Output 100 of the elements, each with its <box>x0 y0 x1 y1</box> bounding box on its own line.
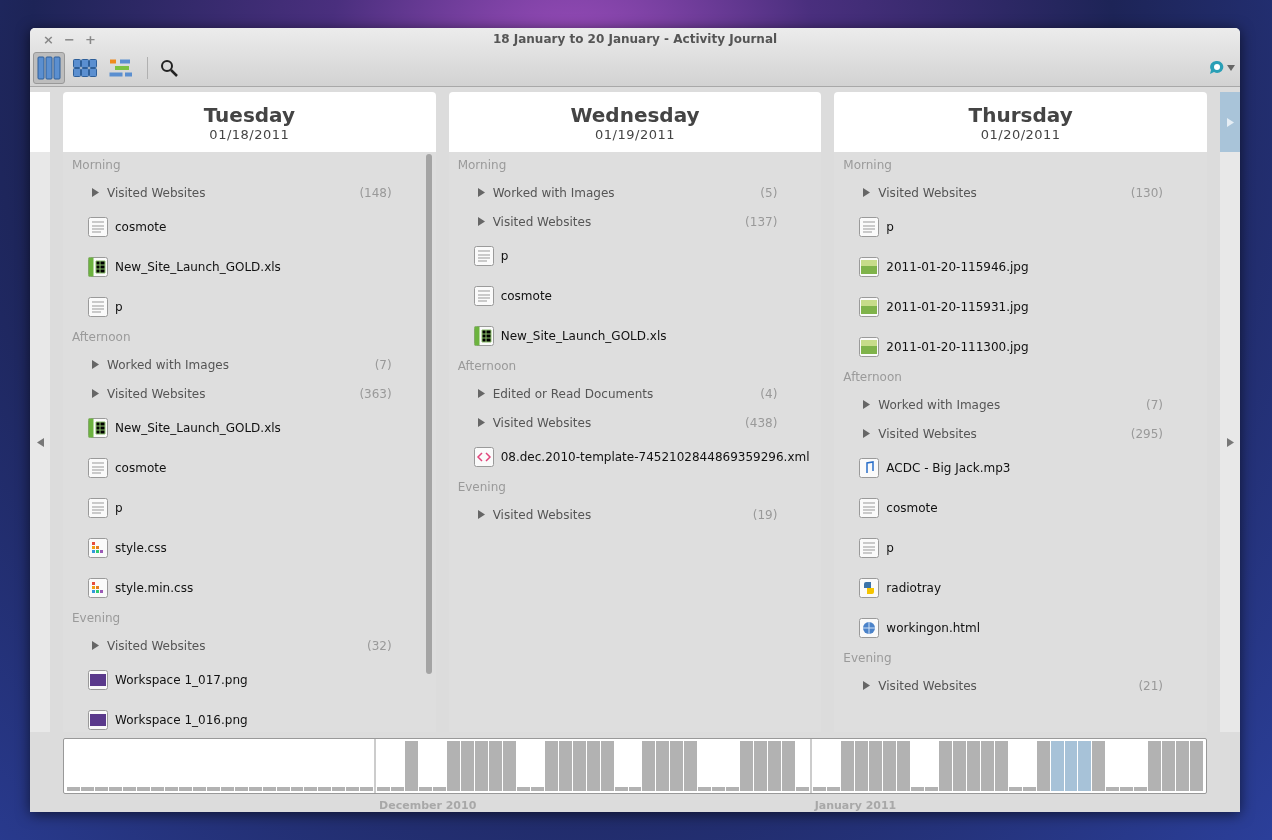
activity-group[interactable]: Visited Websites (19) <box>457 500 822 529</box>
day-date: 01/19/2011 <box>595 126 675 142</box>
group-label: Visited Websites <box>107 638 207 653</box>
activity-group[interactable]: Worked with Images (7) <box>843 390 1207 419</box>
file-item[interactable]: 2011-01-20-115946.jpg <box>843 247 1207 287</box>
file-item[interactable]: p <box>843 528 1207 568</box>
globe-icon <box>859 618 880 638</box>
day-date: 01/18/2011 <box>209 126 290 142</box>
timeline-histogram[interactable] <box>63 738 1207 794</box>
text-document-icon <box>859 217 880 237</box>
spreadsheet-icon <box>473 326 494 346</box>
group-label: Worked with Images <box>107 357 230 372</box>
group-count: (4) <box>760 386 778 401</box>
activity-group[interactable]: Visited Websites (363) <box>72 379 436 408</box>
file-item[interactable]: style.css <box>72 528 436 568</box>
histogram-bar <box>1050 741 1064 791</box>
file-item[interactable]: cosmote <box>457 276 822 316</box>
time-of-day-label: Afternoon <box>72 329 132 346</box>
group-label: Visited Websites <box>107 185 207 200</box>
group-count: (21) <box>1138 678 1163 693</box>
histogram-bar <box>1078 741 1092 791</box>
activity-group[interactable]: Visited Websites (130) <box>843 178 1207 207</box>
file-item[interactable]: New_Site_Launch_GOLD.xls <box>72 247 436 287</box>
group-label: Visited Websites <box>878 678 978 693</box>
file-item[interactable]: radiotray <box>843 568 1207 608</box>
next-day-tab[interactable] <box>1220 92 1240 152</box>
time-of-day-label: Morning <box>843 157 893 174</box>
activity-group[interactable]: Visited Websites (148) <box>72 178 436 207</box>
activity-group[interactable]: Worked with Images (7) <box>72 350 436 379</box>
file-item[interactable]: Workspace 1_017.png <box>72 660 436 700</box>
landscape-photo-icon <box>859 297 880 317</box>
file-item[interactable]: workingon.html <box>843 608 1207 648</box>
scrollbar[interactable] <box>425 154 432 674</box>
landscape-photo-icon <box>859 257 880 277</box>
day-name: Tuesday <box>203 102 296 127</box>
stylesheet-icon <box>88 538 108 558</box>
histogram-bar <box>586 741 600 791</box>
day-name: Wednesday <box>570 102 700 127</box>
group-count: (363) <box>359 386 392 401</box>
file-item[interactable]: 2011-01-20-115931.jpg <box>843 287 1207 327</box>
file-item[interactable]: cosmote <box>72 448 436 488</box>
time-of-day-label: Evening <box>843 650 893 667</box>
activity-group[interactable]: Worked with Images (5) <box>457 178 822 207</box>
histogram-bar <box>754 741 768 791</box>
file-name: cosmote <box>115 461 167 475</box>
time-of-day-label: Evening <box>457 479 507 496</box>
group-count: (5) <box>760 185 778 200</box>
expander-icon <box>92 641 99 650</box>
file-item[interactable]: New_Site_Launch_GOLD.xls <box>72 408 436 448</box>
text-document-icon <box>473 286 494 306</box>
activity-group[interactable]: Visited Websites (137) <box>457 207 822 236</box>
file-name: 2011-01-20-115946.jpg <box>886 260 1029 274</box>
activity-group[interactable]: Visited Websites (438) <box>457 408 822 437</box>
activity-group[interactable]: Visited Websites (295) <box>843 419 1207 448</box>
histogram-bar <box>855 741 868 791</box>
group-count: (438) <box>745 415 778 430</box>
file-item[interactable]: p <box>72 488 436 528</box>
caret-icon <box>1227 65 1235 71</box>
group-count: (137) <box>745 214 778 229</box>
histogram-bar <box>952 741 966 791</box>
file-name: cosmote <box>500 289 552 303</box>
activity-group[interactable]: Visited Websites (21) <box>843 671 1207 700</box>
file-name: radiotray <box>886 581 942 595</box>
file-name: p <box>115 501 123 515</box>
histogram-bar <box>572 741 586 791</box>
activity-group[interactable]: Visited Websites (32) <box>72 631 436 660</box>
search-button[interactable] <box>158 57 180 79</box>
file-item[interactable]: cosmote <box>843 488 1207 528</box>
file-item[interactable]: p <box>457 236 822 276</box>
file-item[interactable]: 08.dec.2010-template-7452102844869359296.xml <box>457 437 822 477</box>
right-arrow-icon <box>1226 437 1234 447</box>
file-item[interactable]: Workspace 1_016.png <box>72 700 436 732</box>
file-name: p <box>115 300 123 314</box>
file-item[interactable]: style.min.css <box>72 568 436 608</box>
expander-icon <box>863 681 871 690</box>
histogram-bar <box>558 741 572 791</box>
file-name: 2011-01-20-115931.jpg <box>886 300 1029 314</box>
file-item[interactable]: p <box>843 207 1207 247</box>
expander-icon <box>477 510 485 519</box>
file-item[interactable]: cosmote <box>72 207 436 247</box>
python-icon <box>859 578 880 598</box>
file-name: Workspace 1_017.png <box>115 673 248 687</box>
expander-icon <box>477 389 485 398</box>
histogram-bar <box>1162 741 1176 791</box>
file-name: 08.dec.2010-template-7452102844869359296.xml <box>500 450 810 464</box>
music-note-icon <box>859 458 880 478</box>
landscape-photo-icon <box>859 337 880 357</box>
expander-icon <box>477 188 485 197</box>
group-label: Visited Websites <box>107 386 207 401</box>
code-document-icon <box>473 447 494 467</box>
view-button[interactable] <box>33 52 65 84</box>
activity-group[interactable]: Edited or Read Documents (4) <box>457 379 822 408</box>
file-name: New_Site_Launch_GOLD.xls <box>500 329 667 343</box>
file-item[interactable]: p <box>72 287 436 327</box>
window-title: 18 January to 20 January - Activity Journal <box>491 32 779 46</box>
expander-icon <box>92 188 99 197</box>
file-item[interactable]: ACDC - Big Jack.mp3 <box>843 448 1207 488</box>
left-arrow-icon <box>36 437 44 447</box>
file-item[interactable]: New_Site_Launch_GOLD.xls <box>457 316 822 356</box>
file-item[interactable]: 2011-01-20-111300.jpg <box>843 327 1207 367</box>
